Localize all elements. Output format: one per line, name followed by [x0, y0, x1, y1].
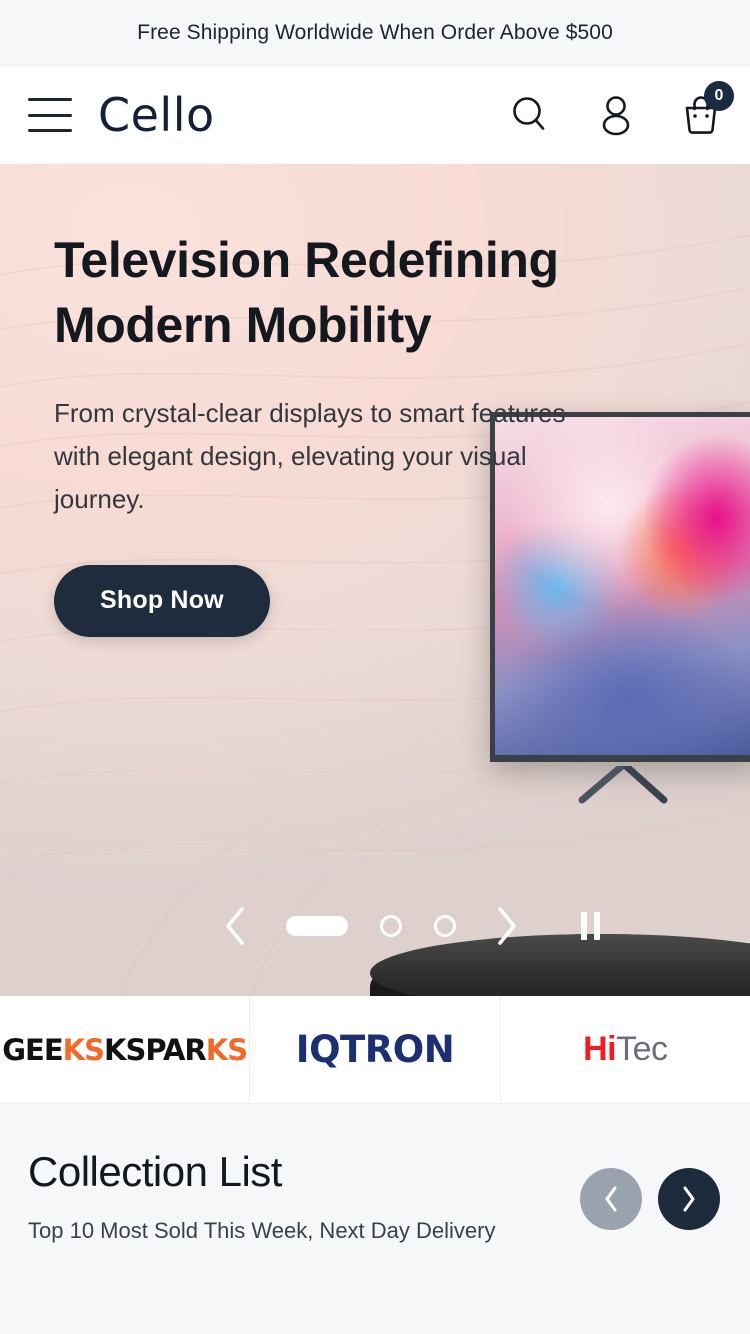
logo-text-part: Tec: [616, 1030, 668, 1068]
cart-count-badge: 0: [704, 81, 734, 111]
carousel-dot[interactable]: [380, 915, 402, 937]
header-actions: 0: [508, 81, 734, 137]
logo-text-part: Hi: [583, 1030, 617, 1068]
site-header: Cello 0: [0, 66, 750, 164]
hero-title: Television Redefining Modern Mobility: [54, 232, 559, 353]
brand-logo[interactable]: Cello: [98, 88, 215, 142]
logo-accent-part: KS: [205, 1032, 248, 1067]
brand-cell-geeksparks[interactable]: GEEKSKSPARKS: [0, 996, 251, 1103]
collection-prev-button[interactable]: [580, 1168, 642, 1230]
announcement-bar: Free Shipping Worldwide When Order Above…: [0, 0, 750, 66]
hero-content: Television Redefining Modern Mobility Fr…: [0, 164, 640, 637]
carousel-dot-active[interactable]: [286, 916, 348, 936]
search-icon[interactable]: [508, 93, 552, 137]
hitec-logo: HiTec: [583, 1030, 668, 1069]
announcement-text: Free Shipping Worldwide When Order Above…: [137, 20, 613, 44]
collection-list-section: Collection List Top 10 Most Sold This We…: [0, 1104, 750, 1334]
hamburger-menu-icon[interactable]: [28, 98, 72, 132]
carousel-dots: [286, 915, 456, 937]
menu-line: [28, 98, 72, 101]
menu-line: [28, 113, 72, 117]
pause-bar: [580, 912, 587, 940]
carousel-dot[interactable]: [434, 915, 456, 937]
hero-subtitle: From crystal-clear displays to smart fea…: [54, 398, 566, 514]
brand-cell-hitec[interactable]: HiTec: [501, 996, 750, 1103]
brand-cell-iqtron[interactable]: IQTRON: [250, 996, 501, 1103]
collection-next-button[interactable]: [658, 1168, 720, 1230]
logo-accent-part: KS: [62, 1032, 105, 1067]
pause-bar: [593, 912, 600, 940]
logo-text-part: KSPAR: [104, 1032, 207, 1067]
logo-text-part: GEE: [2, 1032, 63, 1067]
collection-nav: [580, 1168, 720, 1230]
brand-logo-strip: GEEKSKSPARKS IQTRON HiTec: [0, 996, 750, 1104]
carousel-next-button[interactable]: [478, 898, 534, 954]
menu-line: [28, 129, 72, 132]
shop-now-button[interactable]: Shop Now: [54, 564, 270, 637]
shopping-cart-icon[interactable]: 0: [680, 81, 734, 137]
carousel-pause-button[interactable]: [562, 898, 618, 954]
user-account-icon[interactable]: [596, 93, 636, 137]
hero-banner: Television Redefining Modern Mobility Fr…: [0, 164, 750, 996]
iqtron-logo: IQTRON: [295, 1028, 455, 1071]
hero-carousel-controls: [208, 898, 618, 954]
carousel-prev-button[interactable]: [208, 898, 264, 954]
tv-stand: [578, 766, 668, 804]
geeksparks-logo: GEEKSKSPARKS: [2, 1032, 248, 1067]
